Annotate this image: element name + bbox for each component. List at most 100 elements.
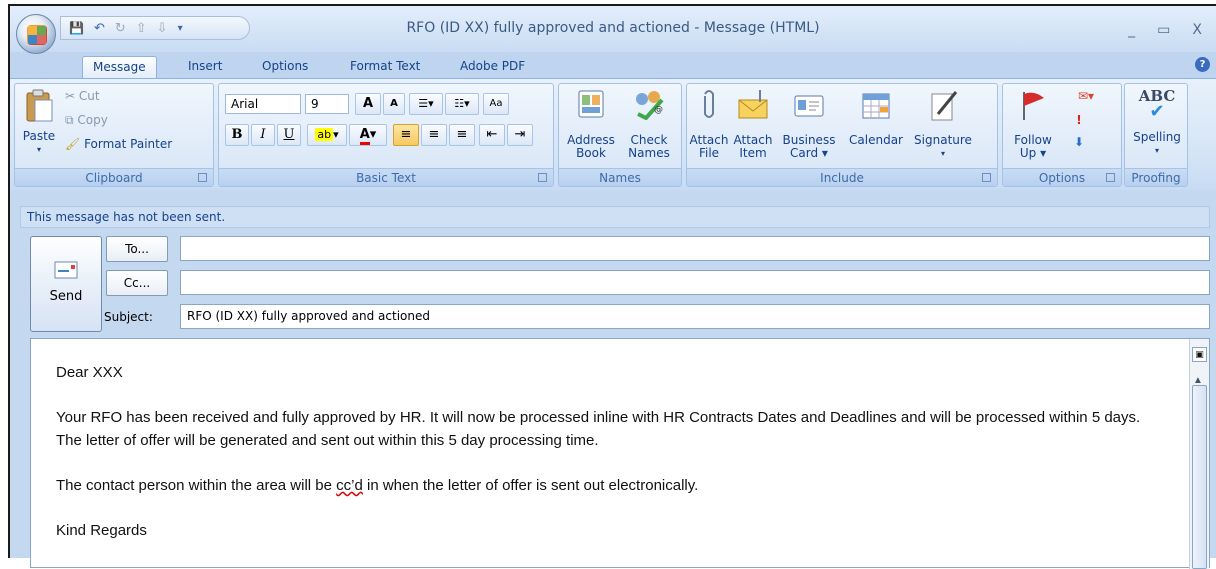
align-center-icon: ≡ xyxy=(428,127,440,142)
tab-adobe-pdf[interactable]: Adobe PDF xyxy=(450,56,535,78)
address-book-icon xyxy=(578,90,604,118)
high-importance-button[interactable]: ! xyxy=(1069,114,1089,127)
cut-button[interactable]: ✂ Cut xyxy=(65,90,100,103)
business-card-button[interactable]: Business Card ▾ xyxy=(777,88,841,160)
calendar-icon xyxy=(862,93,890,119)
flag-icon xyxy=(1023,92,1044,120)
decrease-indent-button[interactable]: ⇤ xyxy=(479,124,505,146)
maximize-button[interactable]: ▭ xyxy=(1157,22,1170,38)
address-book-button[interactable]: Address Book xyxy=(563,88,619,160)
include-launcher-icon[interactable] xyxy=(982,173,991,182)
attach-item-button[interactable]: Attach Item xyxy=(731,88,775,160)
group-include: Attach File Attach Item Business Card ▾ … xyxy=(686,83,998,187)
group-label-names: Names xyxy=(559,168,681,186)
vertical-scrollbar[interactable]: ▣ ▲ xyxy=(1189,339,1209,569)
styles-button[interactable]: Aa xyxy=(483,93,509,115)
window-title: RFO (ID XX) fully approved and actioned … xyxy=(406,20,820,36)
bold-button[interactable]: B xyxy=(225,124,249,146)
send-button[interactable]: Send xyxy=(30,236,102,332)
exclamation-icon: ! xyxy=(1076,113,1082,127)
minimize-button[interactable]: _ xyxy=(1128,22,1135,38)
paintbrush-icon: 🖌 xyxy=(65,137,81,151)
ruler-toggle-icon[interactable]: ▣ xyxy=(1192,347,1207,362)
ribbon-tabs: Message Insert Options Format Text Adobe… xyxy=(10,52,1216,78)
body-closing: Kind Regards xyxy=(56,522,147,539)
body-paragraph-2: The contact person within the area will … xyxy=(56,477,699,494)
paperclip-icon xyxy=(704,90,714,118)
follow-up-button[interactable]: Follow Up ▾ xyxy=(1007,88,1059,160)
italic-button[interactable]: I xyxy=(251,124,275,146)
highlighter-icon: ab xyxy=(315,128,334,141)
font-name-select[interactable]: Arial xyxy=(225,94,301,114)
group-label-options: Options xyxy=(1003,168,1121,186)
signature-icon xyxy=(931,91,958,121)
scroll-thumb[interactable] xyxy=(1192,385,1207,569)
group-label-clipboard: Clipboard xyxy=(15,168,213,186)
group-label-proofing: Proofing xyxy=(1125,168,1187,186)
categorize-icon: ✉▾ xyxy=(1077,89,1095,103)
check-names-button[interactable]: @ Check Names xyxy=(621,88,677,160)
underline-button[interactable]: U xyxy=(277,124,301,146)
font-size-select[interactable]: 9 xyxy=(305,94,349,114)
misspelled-word: cc’d xyxy=(336,477,363,494)
help-icon[interactable]: ? xyxy=(1195,57,1210,72)
align-right-button[interactable]: ≡ xyxy=(449,124,475,146)
align-center-button[interactable]: ≡ xyxy=(421,124,447,146)
numbering-button[interactable]: ☷▾ xyxy=(445,93,479,115)
business-card-icon xyxy=(794,95,824,117)
to-field[interactable] xyxy=(180,236,1210,261)
body-paragraph-1: Your RFO has been received and fully app… xyxy=(56,409,1141,449)
tab-options[interactable]: Options xyxy=(252,56,318,78)
group-basic-text: Arial 9 A A ☰▾ ☷▾ Aa B I U ab ▾ A▾ ≡ ≡ ≡ … xyxy=(218,83,554,187)
highlight-button[interactable]: ab ▾ xyxy=(307,124,347,146)
copy-icon: ⧉ xyxy=(65,113,74,127)
categorize-button[interactable]: ✉▾ xyxy=(1069,90,1103,103)
office-button[interactable] xyxy=(16,14,56,54)
basic-text-launcher-icon[interactable] xyxy=(538,173,547,182)
info-bar: This message has not been sent. xyxy=(20,206,1210,228)
font-color-icon: A xyxy=(359,127,370,145)
styles-icon: Aa xyxy=(489,98,503,109)
align-left-button[interactable]: ≡ xyxy=(393,124,419,146)
shrink-font-button[interactable]: A xyxy=(383,93,405,115)
group-clipboard: Paste ▾ ✂ Cut ⧉ Copy 🖌 Format Painter Cl… xyxy=(14,83,214,187)
to-button[interactable]: To... xyxy=(106,236,168,262)
group-options: Follow Up ▾ ✉▾ ! ⬇ Options xyxy=(1002,83,1122,187)
low-importance-button[interactable]: ⬇ xyxy=(1069,136,1089,149)
grow-font-button[interactable]: A xyxy=(355,93,381,115)
cc-button[interactable]: Cc... xyxy=(106,270,168,296)
group-label-basic-text: Basic Text xyxy=(219,168,553,186)
ribbon: Paste ▾ ✂ Cut ⧉ Copy 🖌 Format Painter Cl… xyxy=(10,78,1216,190)
attach-file-button[interactable]: Attach File xyxy=(689,88,729,160)
paste-button[interactable]: Paste ▾ xyxy=(19,88,59,168)
clipboard-launcher-icon[interactable] xyxy=(198,173,207,182)
svg-text:@: @ xyxy=(654,105,663,115)
indent-icon: ⇥ xyxy=(514,127,526,142)
close-button[interactable]: X xyxy=(1192,22,1202,38)
message-body[interactable]: Dear XXX Your RFO has been received and … xyxy=(30,338,1210,569)
calendar-button[interactable]: Calendar xyxy=(843,88,909,147)
subject-field[interactable]: RFO (ID XX) fully approved and actioned xyxy=(180,304,1210,329)
compose-area: This message has not been sent. Send To.… xyxy=(12,198,1214,569)
cc-field[interactable] xyxy=(180,270,1210,295)
tab-format-text[interactable]: Format Text xyxy=(340,56,430,78)
group-label-include: Include xyxy=(687,168,997,186)
outlook-window: 💾 ↶ ↻ ⇧ ⇩ ▾ RFO (ID XX) fully approved a… xyxy=(8,4,1216,569)
options-launcher-icon[interactable] xyxy=(1106,173,1115,182)
group-names: Address Book @ Check Names Names xyxy=(558,83,682,187)
font-color-button[interactable]: A▾ xyxy=(349,124,387,146)
tab-insert[interactable]: Insert xyxy=(178,56,232,78)
tab-message[interactable]: Message xyxy=(82,56,157,78)
spelling-button[interactable]: ABC ✔ Spelling ▾ xyxy=(1127,89,1187,157)
signature-button[interactable]: Signature ▾ xyxy=(911,88,975,160)
numbering-icon: ☷▾ xyxy=(454,97,470,110)
increase-indent-button[interactable]: ⇥ xyxy=(507,124,533,146)
format-painter-button[interactable]: 🖌 Format Painter xyxy=(65,138,172,151)
title-bar: 💾 ↶ ↻ ⇧ ⇩ ▾ RFO (ID XX) fully approved a… xyxy=(10,6,1216,54)
bullets-icon: ☰▾ xyxy=(418,97,434,110)
copy-button[interactable]: ⧉ Copy xyxy=(65,114,108,127)
bullets-button[interactable]: ☰▾ xyxy=(409,93,443,115)
align-left-icon: ≡ xyxy=(400,127,412,142)
group-proofing: ABC ✔ Spelling ▾ Proofing xyxy=(1124,83,1188,187)
paste-icon xyxy=(26,89,53,122)
